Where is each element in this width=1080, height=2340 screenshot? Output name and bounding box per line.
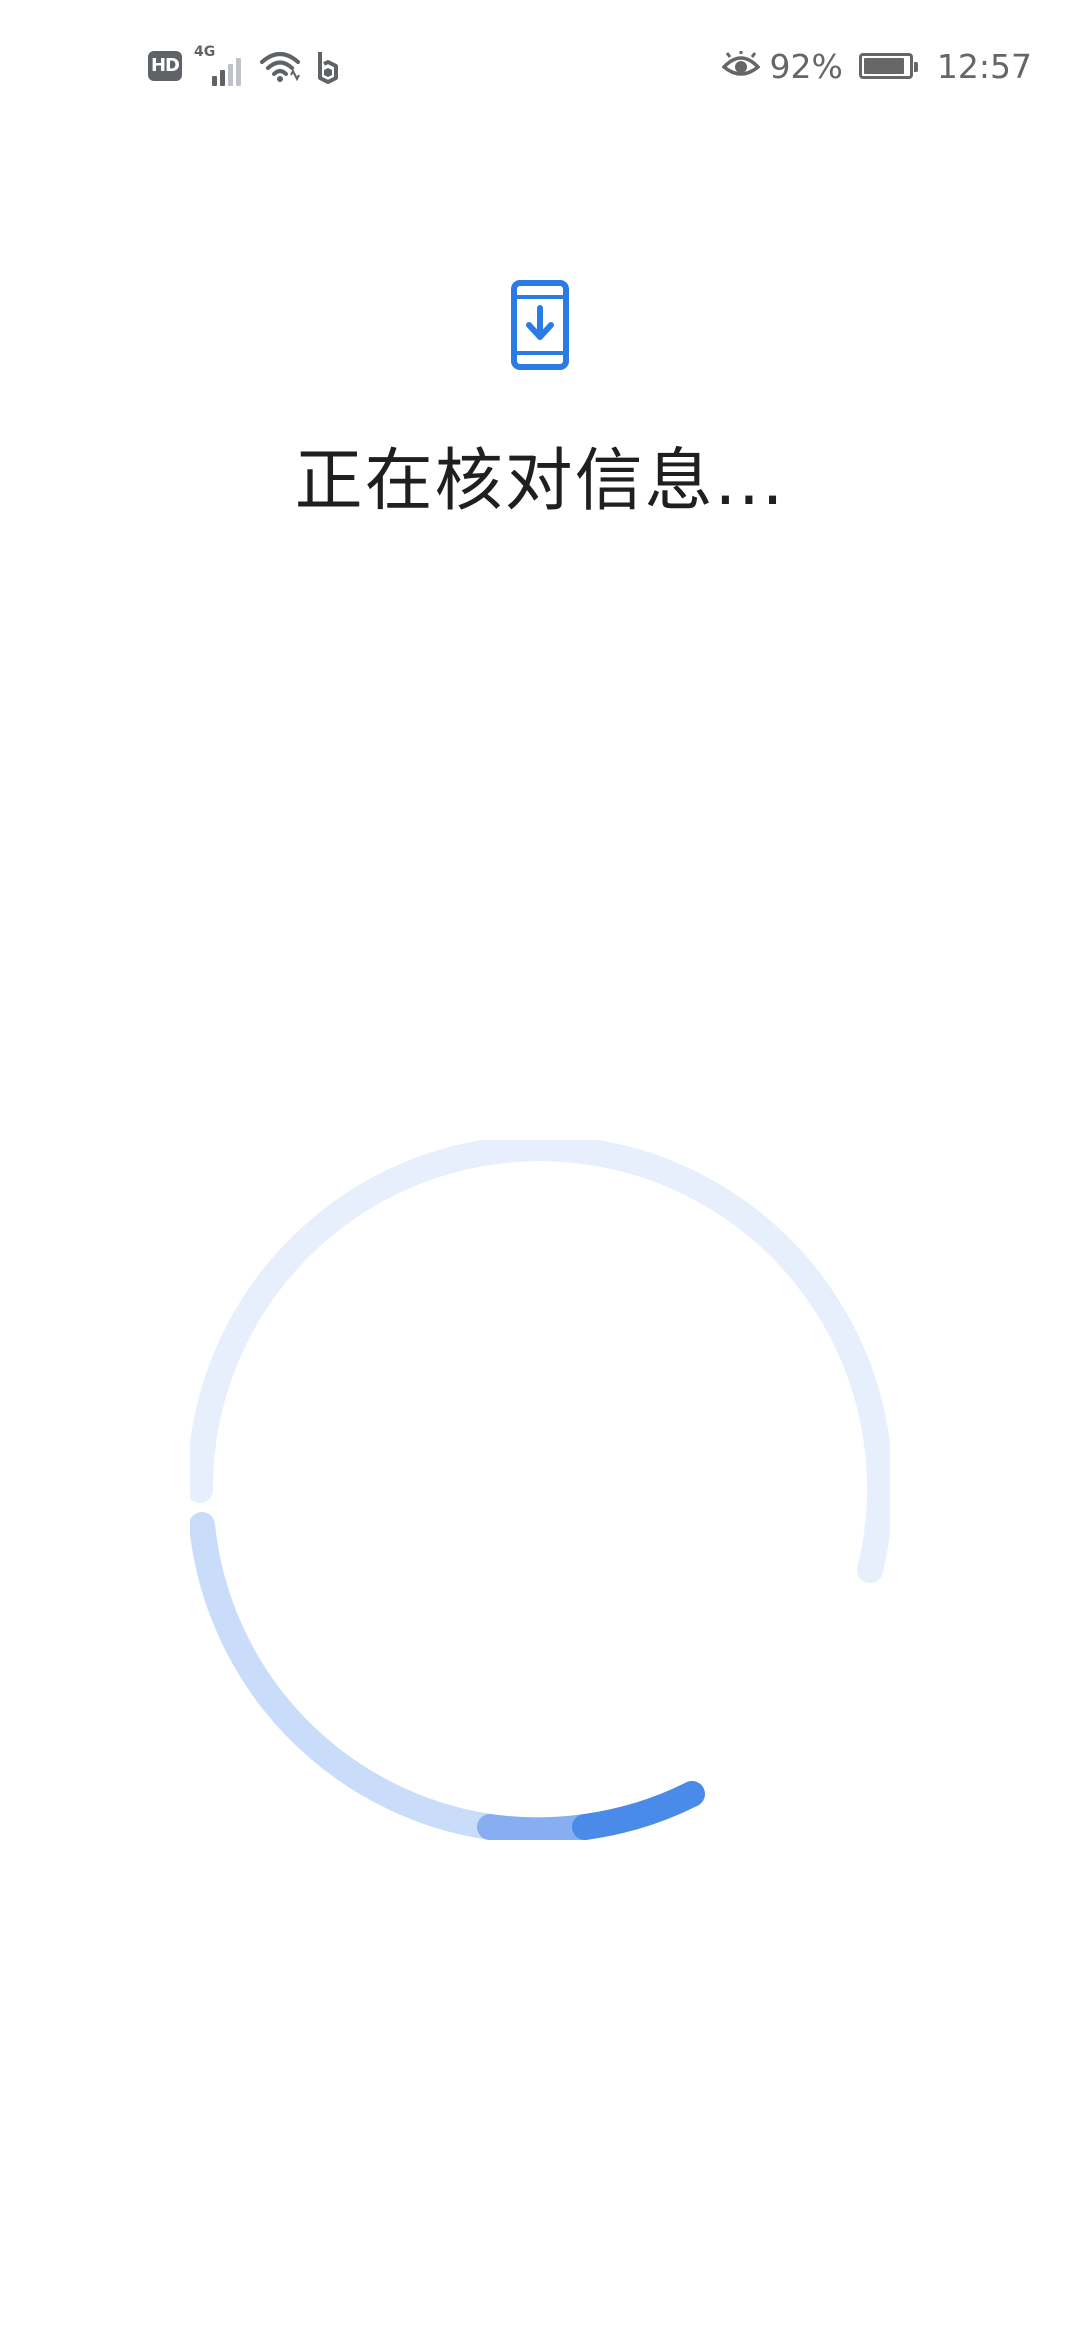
wifi-icon (260, 52, 300, 82)
signal-bar-3 (228, 64, 233, 86)
b-logo-icon (318, 52, 338, 84)
clock-time: 12:57 (936, 46, 1032, 86)
status-bar: HD 4G 92% 12:57 (0, 0, 1080, 130)
signal-bar-1 (212, 76, 217, 86)
signal-bars (212, 58, 241, 86)
spinner-tail-light (190, 1512, 503, 1840)
spinner-track (190, 1140, 890, 1583)
battery-fill (863, 58, 904, 74)
battery-percent: 92% (769, 46, 843, 86)
loading-spinner (190, 1140, 890, 1840)
cellular-signal-icon: 4G (194, 44, 246, 86)
status-right-group: 92% 12:57 (721, 40, 1032, 92)
spinner-tail-mid (477, 1814, 598, 1840)
signal-bar-2 (220, 70, 225, 86)
spinner-head (572, 1781, 705, 1840)
battery-icon (858, 53, 918, 79)
signal-bar-4 (236, 58, 241, 86)
eye-icon (721, 51, 760, 76)
phone-download-icon (511, 280, 569, 370)
page-title: 正在核对信息... (294, 442, 786, 521)
status-left-group: HD 4G (148, 44, 342, 88)
hd-badge: HD (148, 51, 182, 81)
